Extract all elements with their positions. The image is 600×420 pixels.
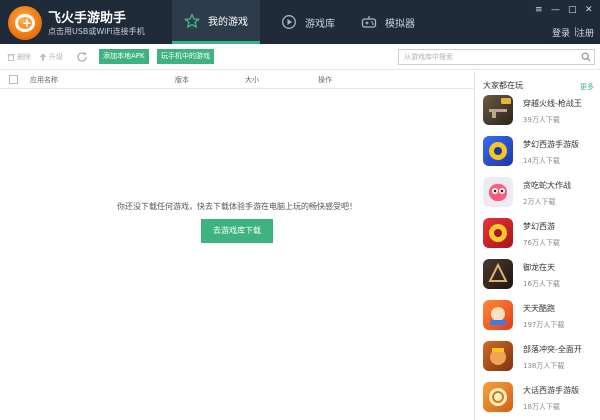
menu-icon[interactable]: ≡ <box>535 5 543 15</box>
download-count: 18万人下载 <box>523 403 560 411</box>
column-header-action: 操作 <box>318 76 332 84</box>
list-item[interactable]: 穿越火线-枪战王 39万人下载 <box>483 95 595 135</box>
list-item[interactable]: 天天酷跑 197万人下载 <box>483 300 595 340</box>
delete-button[interactable]: 删除 <box>7 52 31 62</box>
tab-my-games[interactable]: 我的游戏 <box>172 0 260 44</box>
star-icon <box>184 13 200 28</box>
minimize-icon[interactable]: — <box>551 5 560 15</box>
search-icon[interactable] <box>581 52 591 62</box>
gamepad-icon <box>361 16 377 28</box>
snake-game-icon <box>483 177 513 207</box>
app-title: 飞火手游助手 <box>48 11 127 26</box>
search-input[interactable] <box>399 50 577 64</box>
go-to-library-button[interactable]: 去游戏库下载 <box>201 219 273 243</box>
login-link[interactable]: 登录 <box>552 26 570 39</box>
list-item[interactable]: 梦幻西游手游版 14万人下载 <box>483 136 595 176</box>
game-name[interactable]: 穿越火线-枪战王 <box>523 98 582 109</box>
download-count: 197万人下载 <box>523 321 565 329</box>
arrow-up-icon <box>39 53 47 61</box>
menghuan-game-icon <box>483 136 513 166</box>
yulong-game-icon <box>483 259 513 289</box>
download-count: 16万人下载 <box>523 280 560 288</box>
tab-label: 模拟器 <box>385 18 415 30</box>
close-icon[interactable]: ✕ <box>585 5 593 15</box>
table-header: 应用名称 版本 大小 操作 <box>0 71 474 89</box>
column-header-name: 应用名称 <box>30 76 58 84</box>
clash-game-icon <box>483 341 513 371</box>
search-box[interactable] <box>398 49 595 65</box>
menghuan-classic-icon <box>483 218 513 248</box>
game-name[interactable]: 天天酷跑 <box>523 303 555 314</box>
list-item[interactable]: 大话西游手游版 18万人下载 <box>483 382 595 420</box>
game-name[interactable]: 大话西游手游版 <box>523 385 579 396</box>
select-all-checkbox[interactable] <box>9 75 18 84</box>
tab-label: 我的游戏 <box>208 17 248 28</box>
tab-emulator[interactable]: 模拟器 <box>344 0 432 44</box>
game-name[interactable]: 梦幻西游 <box>523 221 555 232</box>
list-item[interactable]: 御龙在天 16万人下载 <box>483 259 595 299</box>
sidebar-title: 大家都在玩 <box>483 81 523 90</box>
download-count: 138万人下载 <box>523 362 565 370</box>
play-phone-games-button[interactable]: 玩手机中的游戏 <box>157 49 214 64</box>
download-count: 76万人下载 <box>523 239 560 247</box>
toolbar: 删除 升级 添加本地APK 玩手机中的游戏 <box>0 44 600 70</box>
empty-state-message: 你还没下载任何游戏，快去下载体验手游在电脑上玩的畅快感受吧！ <box>117 202 357 211</box>
tab-label: 游戏库 <box>305 18 335 30</box>
list-item[interactable]: 部落冲突-全面开 138万人下载 <box>483 341 595 381</box>
upgrade-label: 升级 <box>49 53 63 61</box>
popular-games-sidebar: 大家都在玩 更多 穿越火线-枪战王 39万人下载 梦幻西游手游版 14万人下载 … <box>474 71 600 420</box>
download-count: 14万人下载 <box>523 157 560 165</box>
column-header-size: 大小 <box>245 76 259 84</box>
tab-game-library[interactable]: 游戏库 <box>264 0 352 44</box>
upgrade-button[interactable]: 升级 <box>39 52 63 62</box>
more-link[interactable]: 更多 <box>580 82 594 92</box>
register-link[interactable]: 注册 <box>576 26 594 39</box>
trash-icon <box>7 54 15 61</box>
title-bar: + 飞火手游助手 点击用USB或WiFi连接手机 我的游戏 游戏库 模拟器 ≡ … <box>0 0 600 44</box>
column-header-version: 版本 <box>175 76 189 84</box>
add-local-apk-button[interactable]: 添加本地APK <box>99 49 149 64</box>
kupao-game-icon <box>483 300 513 330</box>
download-count: 39万人下载 <box>523 116 560 124</box>
game-name[interactable]: 梦幻西游手游版 <box>523 139 579 150</box>
app-logo: + <box>8 6 42 40</box>
game-library-icon <box>282 15 296 29</box>
refresh-icon[interactable] <box>76 51 88 63</box>
cf-game-icon <box>483 95 513 125</box>
game-name[interactable]: 贪吃蛇大作战 <box>523 180 571 191</box>
list-item[interactable]: 贪吃蛇大作战 2万人下载 <box>483 177 595 217</box>
game-name[interactable]: 御龙在天 <box>523 262 555 273</box>
delete-label: 删除 <box>17 53 31 61</box>
list-item[interactable]: 梦幻西游 76万人下载 <box>483 218 595 258</box>
download-count: 2万人下载 <box>523 198 556 206</box>
game-name[interactable]: 部落冲突-全面开 <box>523 344 582 355</box>
dahua-game-icon <box>483 382 513 412</box>
maximize-icon[interactable]: □ <box>568 5 577 15</box>
connect-phone-link[interactable]: 点击用USB或WiFi连接手机 <box>48 26 145 37</box>
